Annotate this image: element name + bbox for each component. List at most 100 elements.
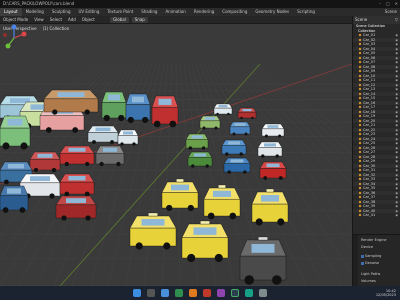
denoise-section[interactable]: Denoise bbox=[361, 261, 379, 265]
tab-modeling[interactable]: Modeling bbox=[22, 8, 48, 16]
object-icon bbox=[358, 110, 362, 113]
header-menu-view[interactable]: View bbox=[34, 16, 44, 23]
outliner-panel: Scene ▽ Scene Collection Collection Car_… bbox=[352, 16, 400, 234]
outliner-item-label: Car_01 bbox=[363, 33, 376, 37]
tab-shading[interactable]: Shading bbox=[137, 8, 161, 16]
browser-icon[interactable] bbox=[175, 289, 183, 297]
object-icon bbox=[358, 60, 362, 64]
collection-row-label: Collection bbox=[358, 28, 376, 33]
outliner-item-label: Car_40 bbox=[363, 208, 376, 213]
sedan-window bbox=[205, 117, 215, 120]
suv bbox=[59, 181, 95, 195]
neg-x-axis-icon[interactable] bbox=[3, 33, 7, 37]
blender-icon[interactable] bbox=[189, 289, 197, 297]
properties-tabs[interactable] bbox=[353, 235, 358, 286]
sedan bbox=[237, 111, 257, 119]
truck-cab-window bbox=[7, 119, 23, 126]
visibility-icon[interactable]: ◉ bbox=[395, 213, 398, 218]
object-icon bbox=[358, 87, 362, 91]
suv-window bbox=[66, 198, 86, 204]
tab-scripting[interactable]: Scripting bbox=[293, 8, 319, 16]
object-icon bbox=[358, 42, 362, 46]
sedan-wheel bbox=[239, 152, 243, 156]
truck-cab-wheel bbox=[20, 142, 28, 150]
sedan-wheel bbox=[251, 116, 254, 120]
sampling-checkbox[interactable] bbox=[361, 254, 364, 258]
header-menu-add[interactable]: Add bbox=[68, 16, 76, 23]
tab-layout[interactable]: Layout bbox=[0, 8, 22, 16]
truck-cab-wheel bbox=[169, 120, 177, 128]
suv-window bbox=[8, 164, 24, 169]
suv-wheel bbox=[132, 142, 136, 146]
object-icon bbox=[358, 92, 362, 95]
outliner-item-label: Car_13 bbox=[363, 87, 376, 91]
scene-selector[interactable]: Scene bbox=[385, 8, 397, 16]
start-icon[interactable] bbox=[133, 289, 141, 297]
volumes-section[interactable]: Volumes bbox=[361, 279, 376, 283]
taxi-window bbox=[251, 244, 275, 253]
snap-toggle[interactable]: Snap bbox=[131, 17, 148, 23]
sedan-wheel bbox=[227, 170, 231, 174]
object-icon bbox=[358, 213, 362, 217]
outliner-items: Car_01 ◉ Car_02 ◉ Car_03 ◉ Car_04 ◉ Car_05 ◉ Car_0… bbox=[353, 33, 400, 218]
tab-geometry-nodes[interactable]: Geometry Nodes bbox=[251, 8, 293, 16]
sampling-section[interactable]: Sampling bbox=[361, 254, 381, 258]
maximize-icon[interactable]: □ bbox=[386, 0, 390, 8]
workspace-tabs: Layout Modeling Sculpting UV Editing Texture… bbox=[0, 8, 400, 16]
sedan-wheel bbox=[244, 132, 248, 136]
tab-uv-editing[interactable]: UV Editing bbox=[75, 8, 104, 16]
3d-viewport[interactable]: User Perspective (1) Collection bbox=[0, 24, 352, 286]
tab-sculpting[interactable]: Sculpting bbox=[48, 8, 75, 16]
suv-window bbox=[37, 153, 53, 158]
object-icon bbox=[358, 123, 362, 127]
outliner-item-label: Car_18 bbox=[363, 109, 376, 114]
settings-icon[interactable] bbox=[259, 289, 267, 297]
minimize-icon[interactable]: – bbox=[379, 0, 381, 8]
object-icon bbox=[358, 33, 362, 37]
filter-icon[interactable]: ▽ bbox=[395, 16, 398, 24]
search-icon[interactable] bbox=[147, 289, 155, 297]
outliner-item-label: Car_41 bbox=[363, 213, 376, 217]
sedan bbox=[199, 120, 221, 129]
header-menu-object[interactable]: Object bbox=[82, 16, 95, 23]
x-axis-icon[interactable] bbox=[21, 31, 27, 37]
denoise-checkbox[interactable] bbox=[361, 261, 364, 265]
app-icon[interactable] bbox=[203, 289, 211, 297]
denoise-label: Denoise bbox=[365, 261, 380, 265]
light-paths-section[interactable]: Light Paths bbox=[361, 272, 380, 276]
taxi-wheel bbox=[135, 242, 143, 250]
close-icon[interactable]: ✕ bbox=[395, 0, 398, 8]
app-icon[interactable] bbox=[245, 289, 253, 297]
suv-wheel bbox=[116, 161, 121, 167]
tab-texture-paint[interactable]: Texture Paint bbox=[103, 8, 137, 16]
object-icon bbox=[358, 209, 362, 212]
tab-compositing[interactable]: Compositing bbox=[218, 8, 251, 16]
system-clock[interactable]: 10:42 12/05/2023 bbox=[376, 289, 396, 297]
outliner-item-label: Car_19 bbox=[363, 114, 376, 118]
sedan-wheel bbox=[263, 176, 268, 180]
outliner-item-label: Car_35 bbox=[363, 186, 376, 190]
app-icon[interactable] bbox=[217, 289, 225, 297]
terminal-icon[interactable] bbox=[231, 289, 239, 297]
sedan bbox=[213, 107, 233, 115]
outliner-item-label: Car_04 bbox=[363, 46, 376, 51]
suv-window bbox=[123, 131, 133, 135]
outliner-item-label: Car_12 bbox=[363, 82, 376, 87]
tab-rendering[interactable]: Rendering bbox=[190, 8, 218, 16]
taxi-sign bbox=[148, 212, 158, 217]
header-menu-object-mode[interactable]: Object Mode bbox=[3, 16, 28, 23]
os-taskbar: 10:42 12/05/2023 bbox=[0, 286, 400, 300]
scene-collection-label: Scene Collection bbox=[356, 24, 386, 28]
object-icon bbox=[358, 177, 362, 181]
tab-animation[interactable]: Animation bbox=[161, 8, 189, 16]
header-menu-select[interactable]: Select bbox=[50, 16, 62, 23]
y-axis-icon[interactable] bbox=[5, 43, 11, 49]
viewport-scene[interactable] bbox=[0, 24, 352, 286]
outliner-item-label: Car_14 bbox=[363, 91, 376, 96]
transform-orientation-dropdown[interactable]: Global bbox=[110, 17, 129, 23]
file-explorer-icon[interactable] bbox=[161, 289, 169, 297]
outliner-item[interactable]: Car_41 ◉ bbox=[353, 213, 400, 218]
object-icon bbox=[358, 186, 362, 190]
navigation-gizmo[interactable] bbox=[0, 24, 28, 52]
z-axis-icon[interactable] bbox=[11, 24, 17, 30]
